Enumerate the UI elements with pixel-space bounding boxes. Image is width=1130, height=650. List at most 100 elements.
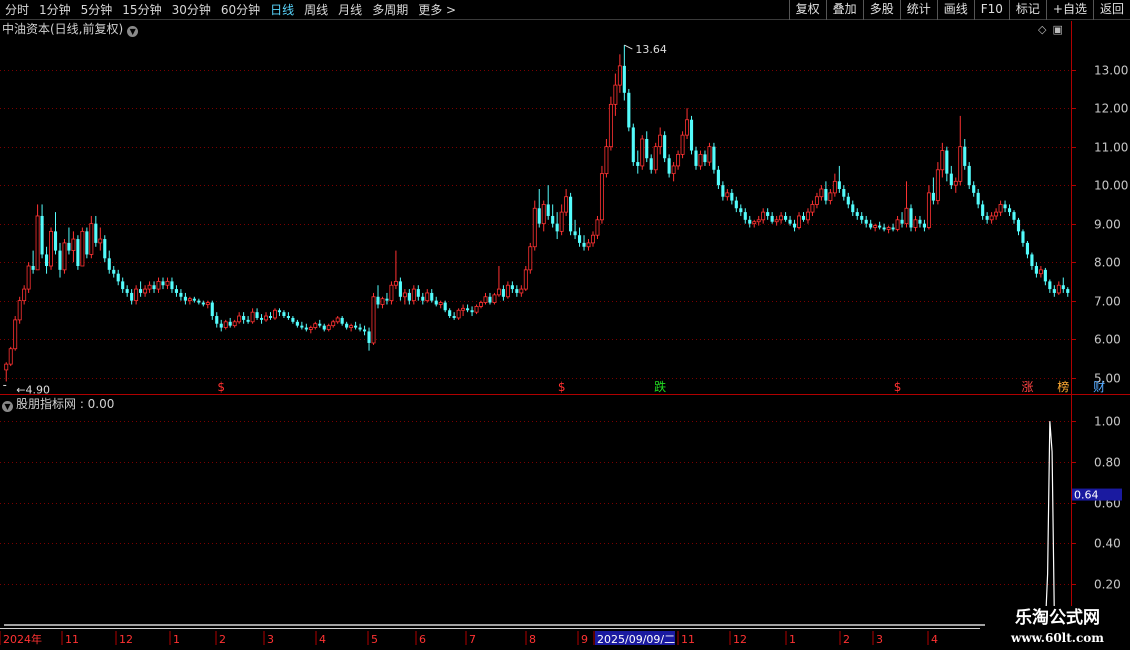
candle-body <box>766 212 770 216</box>
candle-body <box>103 239 107 259</box>
candle-body <box>918 219 922 224</box>
candle-body <box>228 321 232 326</box>
candle-body <box>806 211 810 221</box>
candle-body <box>1034 265 1038 274</box>
candle-body <box>268 316 273 318</box>
candle-body <box>31 265 35 270</box>
candle-body <box>528 246 533 271</box>
candle-body <box>416 289 420 297</box>
chart-canvas[interactable]: 5.006.007.008.009.0010.0011.0012.0013.00… <box>0 0 1130 650</box>
candle-body <box>1061 285 1065 290</box>
candle-body <box>183 296 187 301</box>
time-label-6: 4 <box>319 633 326 646</box>
candle-body <box>953 180 958 186</box>
candle-body <box>407 292 411 301</box>
candle-body <box>1056 284 1061 294</box>
candle-body <box>44 254 49 266</box>
candle-body <box>774 219 779 223</box>
time-label-0: 2024年 <box>3 632 42 646</box>
candle-body <box>421 296 425 301</box>
candle-body <box>900 219 904 224</box>
candle-body <box>331 321 336 327</box>
candle-body <box>622 65 626 93</box>
candle-body <box>676 153 681 167</box>
candle-body <box>1048 281 1052 290</box>
candle-body <box>246 319 250 322</box>
candle-body <box>819 188 824 198</box>
candle-body <box>770 215 774 222</box>
candle-body <box>22 288 27 302</box>
time-label-10: 8 <box>529 633 536 646</box>
candle-body <box>393 280 398 286</box>
candle-body <box>989 215 994 221</box>
candle-body <box>663 135 667 159</box>
candle-body <box>8 348 13 365</box>
candle-body <box>389 284 394 302</box>
time-label-7: 5 <box>371 633 378 646</box>
candle-body <box>667 158 671 174</box>
candle-body <box>519 288 524 294</box>
cursor-value-text: 0.64 <box>1074 489 1099 502</box>
time-label-1: 11 <box>65 633 79 646</box>
candle-body <box>931 192 935 201</box>
time-label-14: 12 <box>733 633 747 646</box>
candle-body <box>698 153 703 167</box>
candle-body <box>694 150 698 166</box>
candle-body <box>1052 289 1056 293</box>
candle-body <box>313 323 318 328</box>
candle-body <box>716 169 720 186</box>
candle-body <box>26 265 31 290</box>
candle-body <box>1030 254 1034 266</box>
candle-body <box>869 223 873 228</box>
candle-body <box>125 289 129 293</box>
candle-body <box>967 165 971 186</box>
candle-body <box>98 238 103 244</box>
candle-body <box>434 300 438 305</box>
candle-body <box>842 189 846 197</box>
candle-body <box>761 211 766 221</box>
candle-body <box>483 296 488 303</box>
candle-body <box>215 316 219 324</box>
candle-body <box>926 192 931 228</box>
candle-body <box>935 169 940 201</box>
indicator-tick-label-1: 0.40 <box>1094 537 1121 551</box>
candle-body <box>89 223 94 255</box>
candle-body <box>784 215 788 220</box>
event-marker-5: 榜 <box>1057 379 1069 394</box>
event-marker-4: 涨 <box>1021 379 1033 394</box>
indicator-line <box>4 421 1070 626</box>
candle-body <box>555 223 559 232</box>
price-tick-label-6: 11.00 <box>1094 141 1128 155</box>
candle-body <box>1021 231 1025 243</box>
candle-body <box>165 280 170 286</box>
candle-body <box>949 173 953 186</box>
candle-body <box>134 288 139 302</box>
low-annotation: ←4.90 <box>16 383 50 396</box>
candle-body <box>1066 289 1070 293</box>
candle-body <box>147 284 152 290</box>
candle-body <box>255 312 259 318</box>
candle-body <box>237 315 242 323</box>
candle-body <box>223 321 228 328</box>
candle-body <box>779 215 784 221</box>
candle-body <box>895 219 900 230</box>
watermark: 乐淘公式网 www.60lt.com <box>985 606 1130 650</box>
candle-body <box>627 92 631 128</box>
candle-body <box>846 196 850 205</box>
candle-body <box>994 211 999 217</box>
candle-body <box>273 309 277 319</box>
candle-body <box>40 215 44 255</box>
watermark-title: 乐淘公式网 <box>1015 608 1100 628</box>
candle-body <box>608 103 613 148</box>
candle-body <box>546 204 550 216</box>
candle-body <box>1007 208 1012 213</box>
candle-body <box>541 204 546 225</box>
candle-body <box>4 363 9 371</box>
price-tick-label-8: 13.00 <box>1094 64 1128 78</box>
candle-body <box>510 285 514 290</box>
time-label-2: 12 <box>119 633 133 646</box>
candle-body <box>402 292 407 298</box>
candle-body <box>551 215 555 224</box>
time-label-3: 1 <box>173 633 180 646</box>
candle-body <box>945 150 949 174</box>
